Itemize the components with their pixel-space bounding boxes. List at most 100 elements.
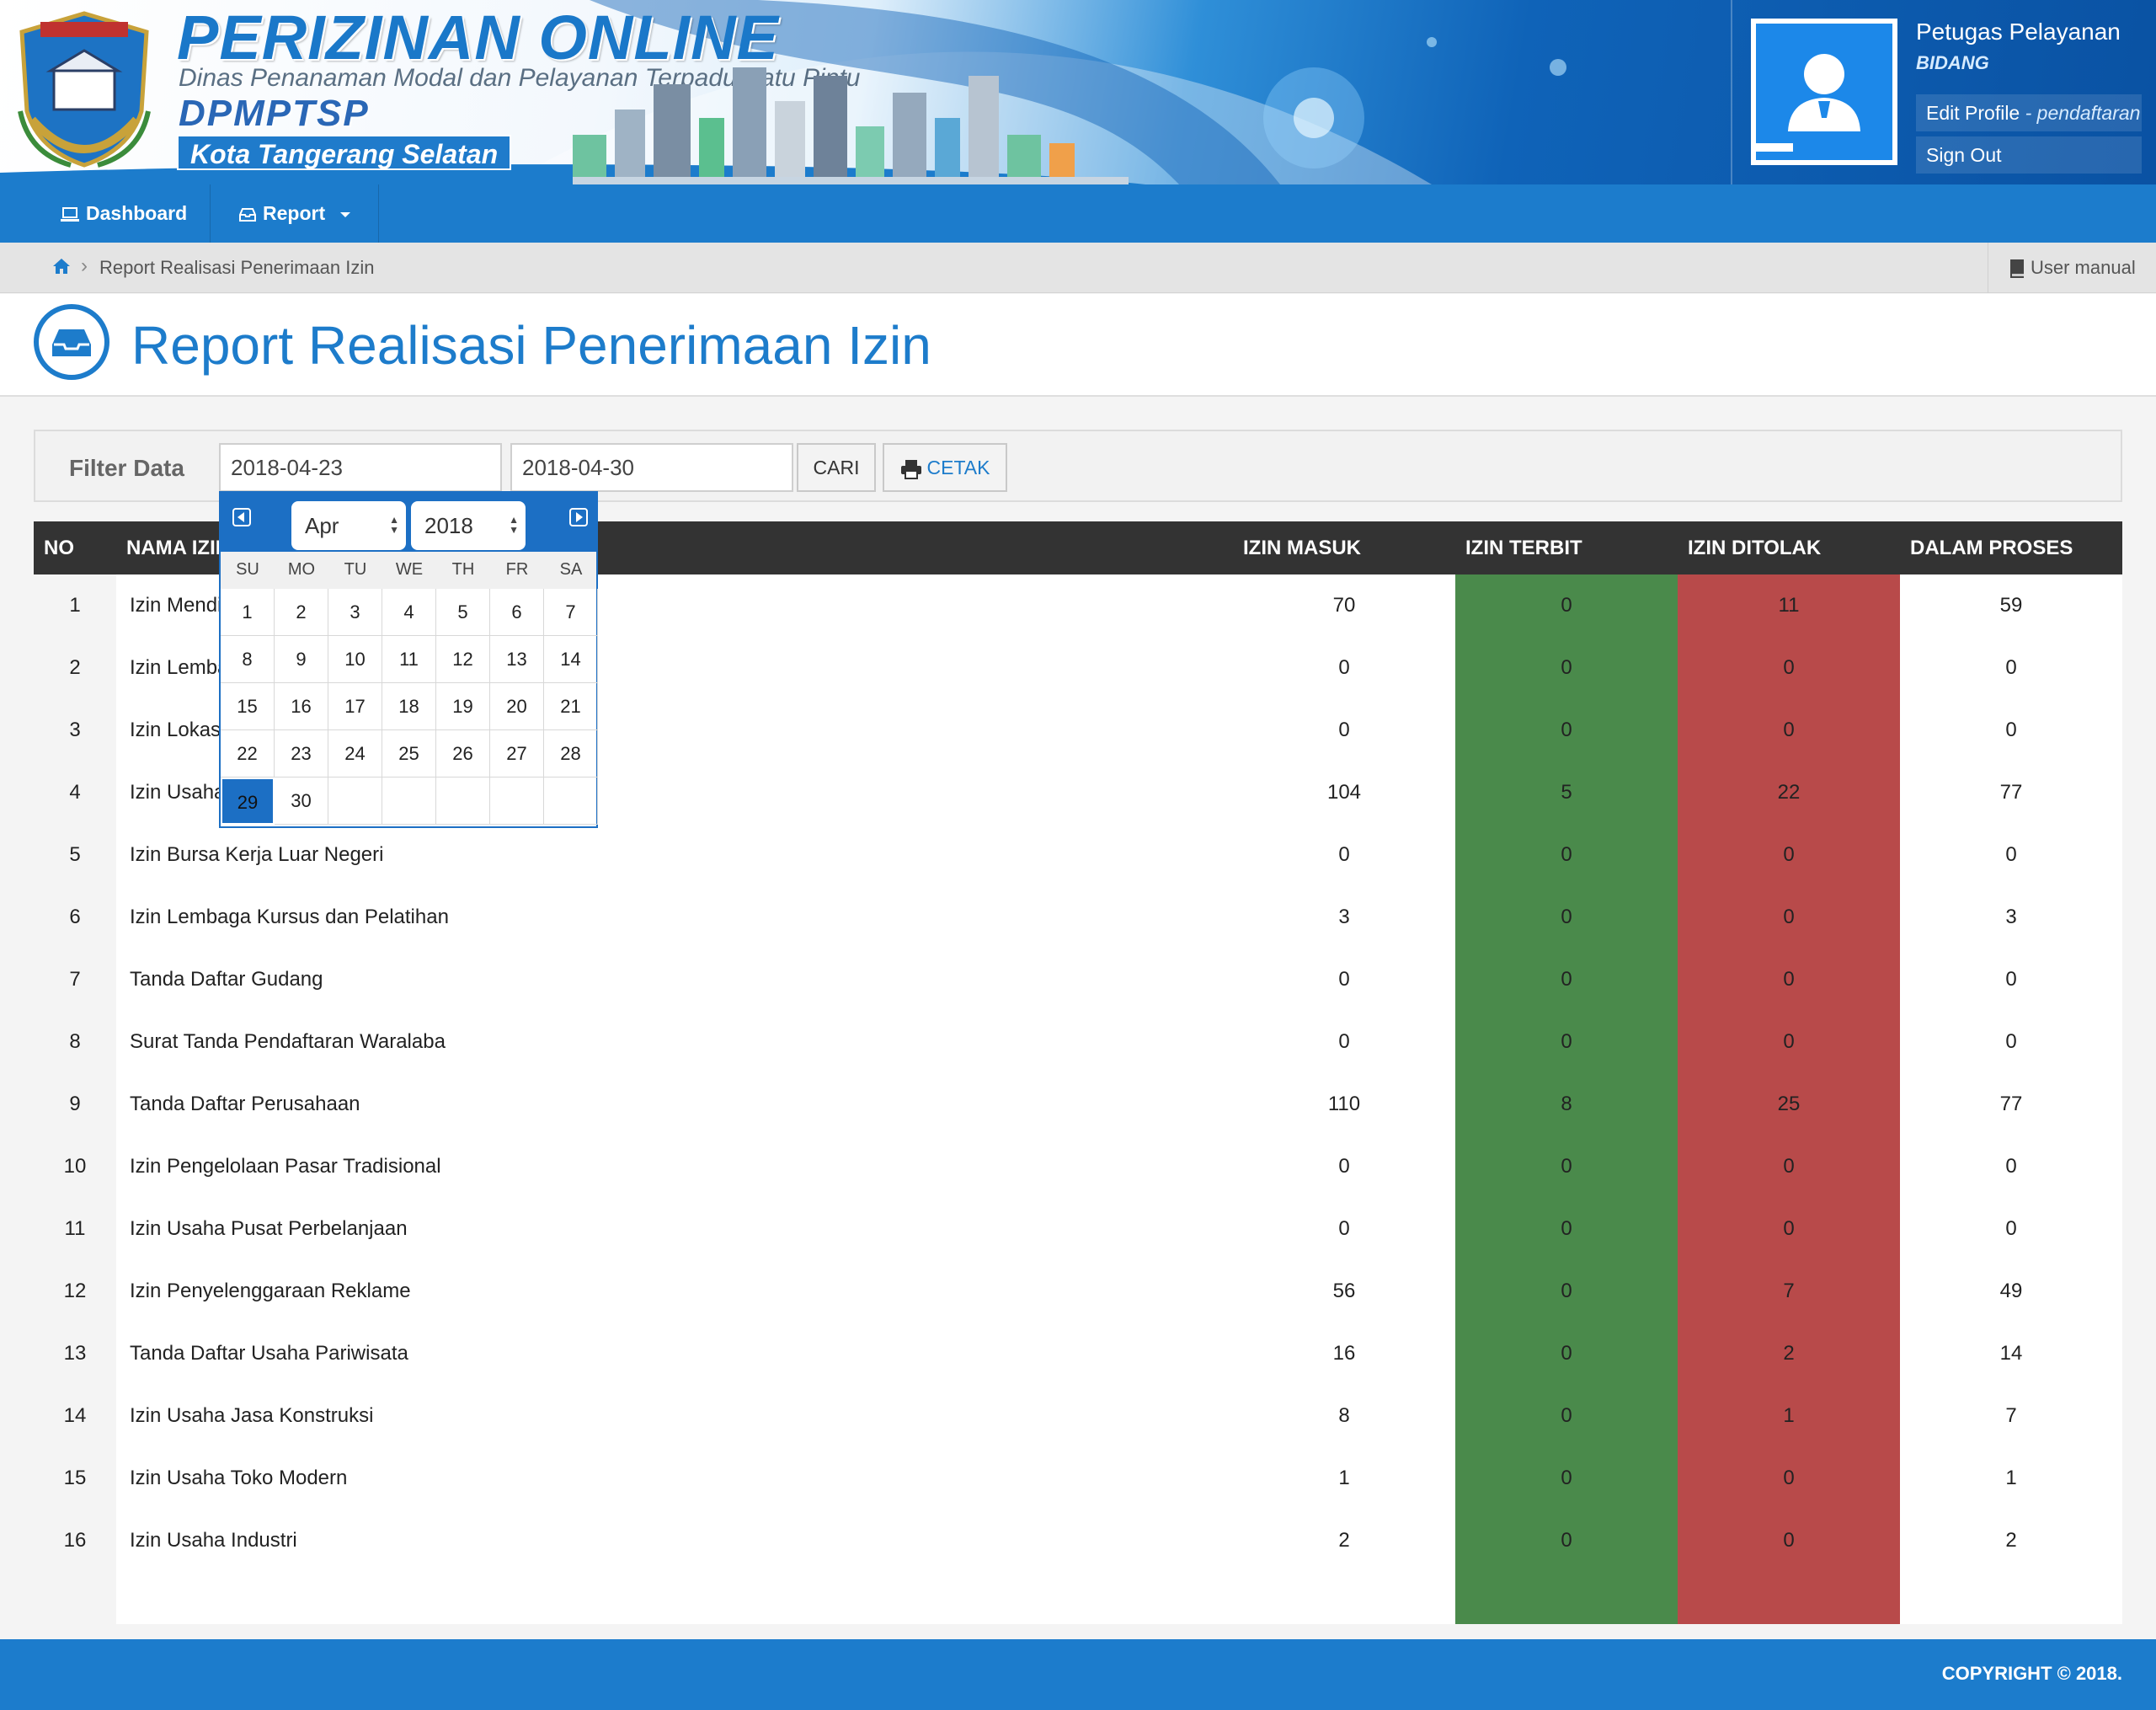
calendar-day[interactable]: 6 — [490, 589, 544, 636]
calendar-day[interactable]: 17 — [328, 683, 382, 730]
calendar-day[interactable]: 20 — [490, 683, 544, 730]
calendar-day[interactable]: 13 — [490, 636, 544, 683]
table-row: 12 Izin Penyelenggaraan Reklame 56 0 7 49 — [34, 1260, 2122, 1323]
row-izin-masuk: 0 — [1338, 719, 1350, 741]
date-to-input[interactable] — [510, 443, 793, 492]
brand-city: Kota Tangerang Selatan — [177, 135, 512, 170]
row-izin-terbit: 0 — [1561, 843, 1572, 866]
year-select[interactable]: 2018 ▲ ▼ — [411, 501, 526, 550]
datepicker-popup: Apr ▲ ▼ 2018 ▲ ▼ SU MO TU WE TH FR SA 1234567891… — [219, 491, 598, 828]
calendar-day[interactable]: 8 — [221, 636, 275, 683]
calendar-day[interactable]: 16 — [275, 683, 328, 730]
home-icon[interactable] — [52, 258, 71, 275]
row-dalam-proses: 14 — [1999, 1342, 2023, 1365]
calendar-day[interactable]: 5 — [436, 589, 490, 636]
calendar-day[interactable]: 27 — [490, 730, 544, 778]
calendar-day[interactable]: 24 — [328, 730, 382, 778]
calendar-day[interactable]: 10 — [328, 636, 382, 683]
table-row: 11 Izin Usaha Pusat Perbelanjaan 0 0 0 0 — [34, 1198, 2122, 1260]
date-from-input[interactable] — [219, 443, 502, 492]
row-izin-terbit: 5 — [1561, 781, 1572, 804]
calendar-day[interactable]: 15 — [221, 683, 275, 730]
calendar-day[interactable]: 2 — [275, 589, 328, 636]
chevron-right-icon: › — [81, 254, 88, 277]
row-name: Izin Usaha Industri — [130, 1529, 297, 1552]
row-izin-terbit: 0 — [1561, 1467, 1572, 1489]
row-izin-masuk: 0 — [1338, 843, 1350, 866]
calendar-day[interactable]: 3 — [328, 589, 382, 636]
calendar-day[interactable]: 22 — [221, 730, 275, 778]
row-no: 13 — [63, 1342, 87, 1365]
row-izin-terbit: 8 — [1561, 1093, 1572, 1115]
calendar-day[interactable]: 18 — [382, 683, 436, 730]
month-select-value: Apr — [305, 513, 339, 538]
user-manual-link[interactable]: User manual — [1988, 243, 2156, 293]
sign-out-link[interactable]: Sign Out — [1916, 136, 2142, 174]
row-dalam-proses: 0 — [2005, 843, 2017, 866]
calendar-day[interactable]: 14 — [544, 636, 598, 683]
row-izin-terbit: 0 — [1561, 1529, 1572, 1552]
row-no: 15 — [63, 1467, 87, 1489]
calendar-day[interactable]: 12 — [436, 636, 490, 683]
weekday-label: MO — [287, 560, 316, 579]
breadcrumb-current: Report Realisasi Penerimaan Izin — [99, 257, 375, 278]
calendar-empty-cell — [544, 778, 598, 825]
row-dalam-proses: 0 — [2005, 719, 2017, 741]
row-no: 1 — [69, 594, 81, 617]
skyline-illustration — [573, 67, 1129, 184]
row-izin-terbit: 0 — [1561, 1404, 1572, 1427]
row-izin-terbit: 0 — [1561, 1342, 1572, 1365]
row-dalam-proses: 1 — [2005, 1467, 2017, 1489]
header-terbit: IZIN TERBIT — [1465, 537, 1582, 559]
row-name: Izin Usaha Pusat Perbelanjaan — [130, 1217, 408, 1240]
filter-label: Filter Data — [69, 455, 184, 481]
calendar-day[interactable]: 19 — [436, 683, 490, 730]
year-select-value: 2018 — [424, 513, 473, 538]
header-no: NO — [44, 537, 74, 559]
breadcrumb: › Report Realisasi Penerimaan Izin User … — [0, 243, 2156, 293]
row-no: 7 — [69, 968, 81, 991]
calendar-day[interactable]: 11 — [382, 636, 436, 683]
caret-down-icon — [339, 211, 350, 217]
row-izin-ditolak: 22 — [1777, 781, 1801, 804]
laptop-icon — [61, 206, 79, 222]
nav-report[interactable]: Report — [211, 184, 379, 243]
row-name: Izin Lokasi — [130, 719, 226, 741]
nav-dashboard[interactable]: Dashboard — [0, 184, 211, 243]
calendar-day[interactable]: 30 — [275, 778, 328, 825]
user-name: Petugas Pelayanan — [1916, 19, 2121, 45]
row-no: 9 — [69, 1093, 81, 1115]
header-name: NAMA IZIN — [126, 537, 231, 559]
user-manual-label: User manual — [2031, 257, 2136, 278]
book-icon — [2010, 259, 2024, 279]
row-izin-terbit: 0 — [1561, 1030, 1572, 1053]
edit-profile-link[interactable]: Edit Profile - pendaftaran — [1916, 94, 2142, 131]
weekday-label: TH — [451, 560, 475, 579]
calendar-day[interactable]: 26 — [436, 730, 490, 778]
row-izin-masuk: 56 — [1332, 1280, 1356, 1302]
month-select[interactable]: Apr ▲ ▼ — [291, 501, 406, 550]
row-izin-ditolak: 0 — [1783, 1467, 1795, 1489]
prev-month-icon[interactable] — [232, 508, 251, 526]
calendar-day[interactable]: 23 — [275, 730, 328, 778]
edit-profile-username: - pendaftaran — [2020, 102, 2141, 124]
calendar-day[interactable]: 21 — [544, 683, 598, 730]
print-button[interactable]: CETAK — [883, 443, 1007, 492]
row-dalam-proses: 7 — [2005, 1404, 2017, 1427]
calendar-day[interactable]: 28 — [544, 730, 598, 778]
calendar-day[interactable]: 4 — [382, 589, 436, 636]
row-izin-ditolak: 0 — [1783, 1155, 1795, 1178]
row-izin-masuk: 1 — [1338, 1467, 1350, 1489]
search-button[interactable]: CARI — [797, 443, 876, 492]
next-month-icon[interactable] — [569, 508, 588, 526]
row-izin-masuk: 0 — [1338, 1155, 1350, 1178]
calendar-day[interactable]: 25 — [382, 730, 436, 778]
calendar-day[interactable]: 29 — [221, 778, 275, 825]
row-no: 10 — [63, 1155, 87, 1178]
calendar-day[interactable]: 9 — [275, 636, 328, 683]
calendar-day[interactable]: 1 — [221, 589, 275, 636]
calendar-day[interactable]: 7 — [544, 589, 598, 636]
row-izin-terbit: 0 — [1561, 719, 1572, 741]
weekday-row: SU MO TU WE TH FR SA — [221, 552, 596, 589]
row-no: 11 — [64, 1217, 86, 1240]
